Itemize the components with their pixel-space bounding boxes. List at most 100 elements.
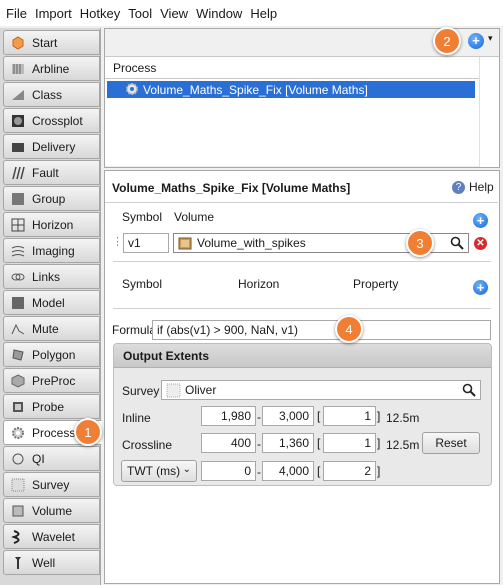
sidebar-item-well[interactable]: Well: [3, 550, 100, 575]
bracket-open: [: [317, 436, 321, 450]
process-column-header: Process: [105, 57, 499, 79]
sidebar-item-qi[interactable]: QI: [3, 446, 100, 471]
sidebar-item-start[interactable]: Start: [3, 30, 100, 55]
menu-window[interactable]: Window: [196, 6, 242, 21]
wavelet-icon: [10, 529, 26, 545]
sidebar-item-label: Well: [32, 555, 56, 570]
sidebar-item-label: Wavelet: [32, 529, 75, 544]
menu-file[interactable]: File: [6, 6, 27, 21]
volume-symbol-field[interactable]: v1: [123, 233, 169, 253]
chevron-down-icon: ⌄: [182, 464, 191, 475]
survey-value: Oliver: [185, 383, 217, 397]
reset-button[interactable]: Reset: [422, 432, 480, 454]
sidebar-item-label: Crossplot: [32, 113, 83, 128]
crossline-step-input[interactable]: 1: [323, 433, 376, 453]
range-dash: -: [257, 410, 261, 424]
sidebar-item-preproc[interactable]: PreProc: [3, 368, 100, 393]
class-icon: [10, 87, 26, 103]
divider: [113, 261, 491, 262]
bracket-close: ]: [377, 409, 381, 423]
process-row-selected[interactable]: Volume_Maths_Spike_Fix [Volume Maths]: [107, 81, 475, 98]
sidebar-item-wavelet[interactable]: Wavelet: [3, 524, 100, 549]
twt-step-input[interactable]: 2: [323, 461, 376, 481]
add-volume-icon[interactable]: +: [473, 213, 488, 228]
process-table-scrollbar[interactable]: [479, 57, 499, 167]
divider: [105, 202, 498, 203]
inline-step-input[interactable]: 1: [323, 406, 376, 426]
menu-help[interactable]: Help: [250, 6, 277, 21]
links-icon: [10, 269, 26, 285]
survey-selector-field[interactable]: Oliver: [161, 380, 481, 400]
crossline-to-input[interactable]: 1,360: [262, 433, 314, 453]
sidebar-item-label: Fault: [32, 165, 59, 180]
twt-to-input[interactable]: 4,000: [262, 461, 314, 481]
search-icon[interactable]: [462, 383, 476, 400]
sidebar-item-links[interactable]: Links: [3, 264, 100, 289]
chevron-down-icon[interactable]: ▾: [488, 33, 493, 44]
search-icon[interactable]: [450, 236, 464, 253]
sidebar-item-label: QI: [32, 451, 45, 466]
range-dash: -: [257, 465, 261, 479]
sidebar-item-polygon[interactable]: Polygon: [3, 342, 100, 367]
sidebar-item-crossplot[interactable]: Crossplot: [3, 108, 100, 133]
crossplot-icon: [10, 113, 26, 129]
add-process-icon[interactable]: +: [468, 33, 484, 49]
sidebar-item-fault[interactable]: Fault: [3, 160, 100, 185]
sidebar-item-model[interactable]: Model: [3, 290, 100, 315]
inline-unit: 12.5m: [386, 411, 420, 425]
sidebar-item-label: Survey: [32, 477, 70, 492]
twt-unit-value: TWT (ms): [127, 464, 181, 478]
sidebar-item-label: Model: [32, 295, 65, 310]
menu-view[interactable]: View: [160, 6, 188, 21]
divider: [113, 308, 491, 309]
twt-from-input[interactable]: 0: [201, 461, 256, 481]
sidebar-item-class[interactable]: Class: [3, 82, 100, 107]
delete-volume-icon[interactable]: ✕: [474, 237, 487, 250]
horizon-icon: [10, 217, 26, 233]
probe-icon: [10, 399, 26, 415]
inline-from-input[interactable]: 1,980: [201, 406, 256, 426]
inline-to-input[interactable]: 3,000: [262, 406, 314, 426]
survey-icon: [10, 477, 26, 493]
inline-label: Inline: [122, 411, 151, 425]
output-extents-title: Output Extents: [114, 344, 491, 368]
formula-input[interactable]: if (abs(v1) > 900, NaN, v1): [152, 320, 491, 340]
sidebar-item-label: Arbline: [32, 61, 70, 76]
horizon-symbol-header: Symbol: [122, 277, 163, 291]
menu-tool[interactable]: Tool: [128, 6, 152, 21]
add-horizon-icon[interactable]: +: [473, 280, 488, 295]
bracket-open: [: [317, 464, 321, 478]
help-button[interactable]: ? Help: [452, 180, 494, 194]
process-gear-icon: [10, 425, 26, 441]
sidebar-item-arbline[interactable]: Arbline: [3, 56, 100, 81]
sidebar-item-label: Class: [32, 87, 63, 102]
sidebar-item-survey[interactable]: Survey: [3, 472, 100, 497]
page-title: Volume_Maths_Spike_Fix [Volume Maths]: [112, 181, 351, 195]
mute-icon: [10, 321, 26, 337]
sidebar-item-volume[interactable]: Volume: [3, 498, 100, 523]
sidebar-item-label: Delivery: [32, 139, 76, 154]
preproc-icon: [10, 373, 26, 389]
sidebar-item-delivery[interactable]: Delivery: [3, 134, 100, 159]
survey-label: Survey: [122, 384, 160, 398]
menu-hotkey[interactable]: Hotkey: [80, 6, 120, 21]
bracket-open: [: [317, 409, 321, 423]
sidebar-item-label: Horizon: [32, 217, 74, 232]
sidebar-item-label: Process: [32, 425, 76, 440]
crossline-from-input[interactable]: 400: [201, 433, 256, 453]
sidebar-item-group[interactable]: Group: [3, 186, 100, 211]
sidebar-item-mute[interactable]: Mute: [3, 316, 100, 341]
menu-import[interactable]: Import: [35, 6, 72, 21]
crossline-label: Crossline: [122, 438, 173, 452]
sidebar-item-label: Links: [32, 269, 61, 284]
model-icon: [10, 295, 26, 311]
callout-badge-2: 2: [433, 27, 461, 55]
sidebar-item-label: Start: [32, 35, 58, 50]
delivery-icon: [10, 139, 26, 155]
sidebar-item-label: Volume: [32, 503, 73, 518]
twt-unit-select[interactable]: TWT (ms) ⌄: [121, 460, 197, 482]
sidebar-item-imaging[interactable]: Imaging: [3, 238, 100, 263]
sidebar-item-horizon[interactable]: Horizon: [3, 212, 100, 237]
sidebar-item-probe[interactable]: Probe: [3, 394, 100, 419]
volume-symbol-header: Symbol: [122, 210, 163, 224]
